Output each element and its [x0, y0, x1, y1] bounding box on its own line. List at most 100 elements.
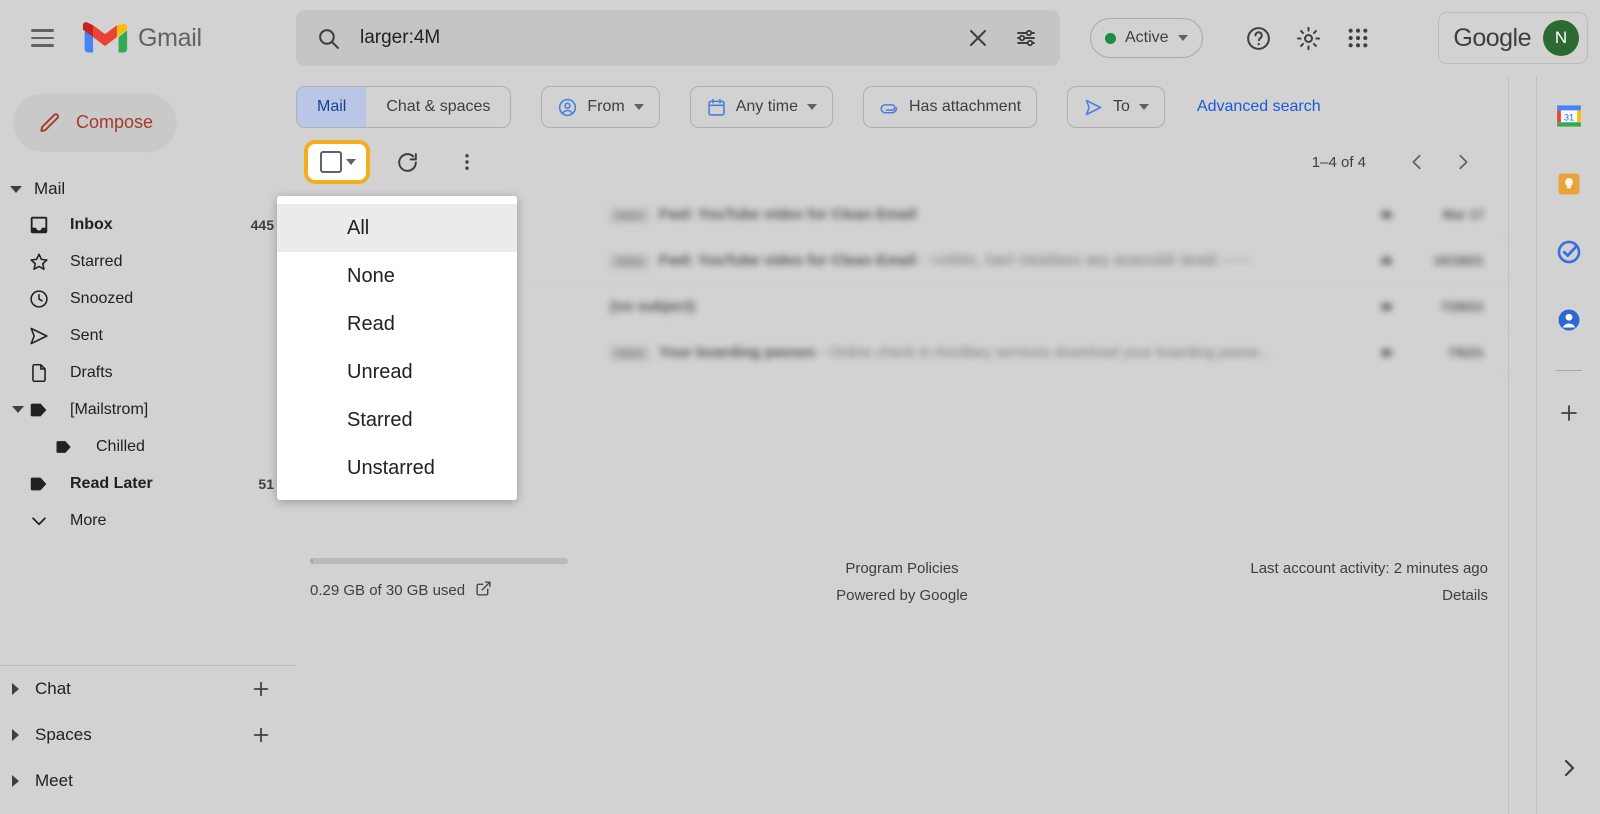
sidebar: Compose Mail Inbox 445 Starred Snoozed S… [0, 76, 296, 814]
filter-chip-any-time[interactable]: Any time [689, 86, 833, 128]
filter-chip-from-label: From [587, 98, 625, 115]
sidebar-item-snoozed[interactable]: Snoozed [0, 280, 296, 317]
gmail-logo-text: Gmail [138, 23, 202, 52]
chevron-down-icon[interactable] [346, 159, 356, 165]
select-all-menu: All None Read Unread Starred Unstarred [277, 196, 517, 500]
person-circle-icon [559, 98, 577, 116]
gmail-app: Gmail Active [0, 0, 1600, 814]
pagination: 1–4 of 4 [1312, 141, 1484, 183]
footer: 0.29 GB of 30 GB used Program Policies P… [296, 548, 1508, 618]
select-menu-item-none[interactable]: None [277, 252, 517, 300]
filter-chip-from[interactable]: From [541, 86, 660, 128]
sidebar-item-read-later-label: Read Later [70, 474, 153, 492]
status-dot [1105, 32, 1116, 44]
chevron-right-icon[interactable] [1442, 141, 1484, 183]
compose-button[interactable]: Compose [14, 94, 176, 150]
footer-activity: Last account activity: 2 minutes ago Det… [1250, 560, 1488, 604]
select-menu-item-starred[interactable]: Starred [277, 396, 517, 444]
sidebar-item-sent-label: Sent [70, 326, 103, 344]
gmail-logo[interactable]: Gmail [82, 21, 202, 55]
sidebar-bottom-sections: Chat Spaces Meet [0, 651, 296, 804]
sidebar-item-chilled[interactable]: Chilled [0, 428, 296, 465]
advanced-search-link[interactable]: Advanced search [1197, 98, 1321, 116]
sidebar-section-chat[interactable]: Chat [0, 666, 296, 712]
segment-chat-spaces[interactable]: Chat & spaces [366, 87, 510, 127]
select-menu-item-all[interactable]: All [277, 204, 517, 252]
close-icon[interactable] [954, 14, 1002, 62]
email-subject: Fwd: YouTube video for Clean Email [658, 252, 917, 269]
label-icon [28, 399, 56, 421]
google-keep-icon[interactable] [1549, 164, 1589, 204]
refresh-icon[interactable] [384, 139, 430, 185]
sidebar-item-sent[interactable]: Sent [0, 317, 296, 354]
send-icon [1085, 99, 1102, 115]
sidebar-item-read-later[interactable]: Read Later 51 [0, 465, 296, 502]
email-snippet: - ×òðîêè, ìîæíî ïîäîáðàòü äëÿ áóäóùåãî â… [916, 252, 1253, 269]
email-subject-cell: Inbox Your boarding passes - Online check… [610, 344, 1366, 361]
filter-chip-to-label: To [1113, 98, 1130, 115]
select-menu-item-read[interactable]: Read [277, 300, 517, 348]
checkbox-icon[interactable] [320, 151, 342, 173]
triangle-down-icon [10, 185, 22, 193]
chevron-left-icon[interactable] [1396, 141, 1438, 183]
last-activity-text: Last account activity: 2 minutes ago [1250, 560, 1488, 577]
account-button[interactable]: Google N [1438, 12, 1588, 64]
more-vertical-icon[interactable] [444, 139, 490, 185]
send-icon [28, 325, 56, 347]
chevron-down-icon [806, 104, 817, 110]
sidebar-section-spaces[interactable]: Spaces [0, 712, 296, 758]
sidebar-item-more[interactable]: More [0, 502, 296, 539]
sidebar-item-starred[interactable]: Starred [0, 243, 296, 280]
email-subject: (no subject) [610, 298, 695, 315]
search-options-icon[interactable] [1002, 14, 1050, 62]
triangle-down-icon[interactable] [12, 406, 24, 413]
details-link[interactable]: Details [1250, 587, 1488, 604]
email-subject-cell: Inbox Fwd: YouTube video for Clean Email [610, 206, 1366, 223]
draft-icon [28, 362, 56, 384]
search-input[interactable] [352, 27, 954, 49]
sidebar-item-inbox[interactable]: Inbox 445 [0, 206, 296, 243]
sidebar-item-mailstrom-label: [Mailstrom] [70, 400, 149, 418]
add-chat-button[interactable] [248, 676, 274, 702]
google-contacts-icon[interactable] [1549, 300, 1589, 340]
select-all-dropdown[interactable] [304, 140, 370, 184]
email-date: 10/18/21 [1433, 253, 1484, 268]
chevron-right-icon[interactable] [1549, 748, 1589, 788]
email-subject: Fwd: YouTube video for Clean Email [658, 206, 917, 223]
sidebar-item-chilled-label: Chilled [96, 437, 145, 455]
add-space-button[interactable] [248, 722, 274, 748]
apps-grid-icon[interactable] [1334, 14, 1382, 62]
svg-text:31: 31 [1563, 112, 1573, 122]
select-menu-item-unread[interactable]: Unread [277, 348, 517, 396]
filter-chip-has-attachment[interactable]: Has attachment [862, 86, 1038, 128]
rail-separator [1508, 76, 1509, 814]
help-icon[interactable] [1234, 14, 1282, 62]
chevron-down-icon [633, 104, 644, 110]
google-tasks-icon[interactable] [1549, 232, 1589, 272]
avatar[interactable]: N [1543, 20, 1579, 56]
status-chip[interactable]: Active [1090, 18, 1203, 58]
plus-icon[interactable] [1549, 393, 1589, 433]
email-snippet: - Online check in Ancillary services dow… [815, 344, 1272, 361]
google-calendar-icon[interactable]: 31 [1549, 96, 1589, 136]
select-menu-item-unstarred[interactable]: Unstarred [277, 444, 517, 492]
filter-chip-to[interactable]: To [1067, 86, 1165, 128]
sidebar-item-mailstrom[interactable]: [Mailstrom] [0, 391, 296, 428]
segment-mail[interactable]: Mail [297, 87, 367, 127]
side-panel-rail: 31 [1536, 76, 1600, 814]
chevron-down-icon [28, 510, 56, 532]
mail-section-header[interactable]: Mail [0, 172, 296, 206]
gear-icon[interactable] [1284, 14, 1332, 62]
email-date: 7/28/21 [1440, 299, 1484, 314]
label-badge: Inbox [610, 254, 649, 269]
sidebar-section-meet-label: Meet [35, 771, 73, 790]
search-icon[interactable] [304, 14, 352, 62]
sidebar-item-drafts-label: Drafts [70, 363, 113, 381]
sidebar-item-starred-label: Starred [70, 252, 123, 270]
sidebar-section-meet[interactable]: Meet [0, 758, 296, 804]
google-wordmark: Google [1453, 23, 1531, 52]
sidebar-item-drafts[interactable]: Drafts [0, 354, 296, 391]
email-subject-cell: Inbox Fwd: YouTube video for Clean Email … [610, 252, 1366, 269]
hamburger-icon[interactable] [18, 14, 66, 62]
label-badge: Inbox [610, 208, 649, 223]
